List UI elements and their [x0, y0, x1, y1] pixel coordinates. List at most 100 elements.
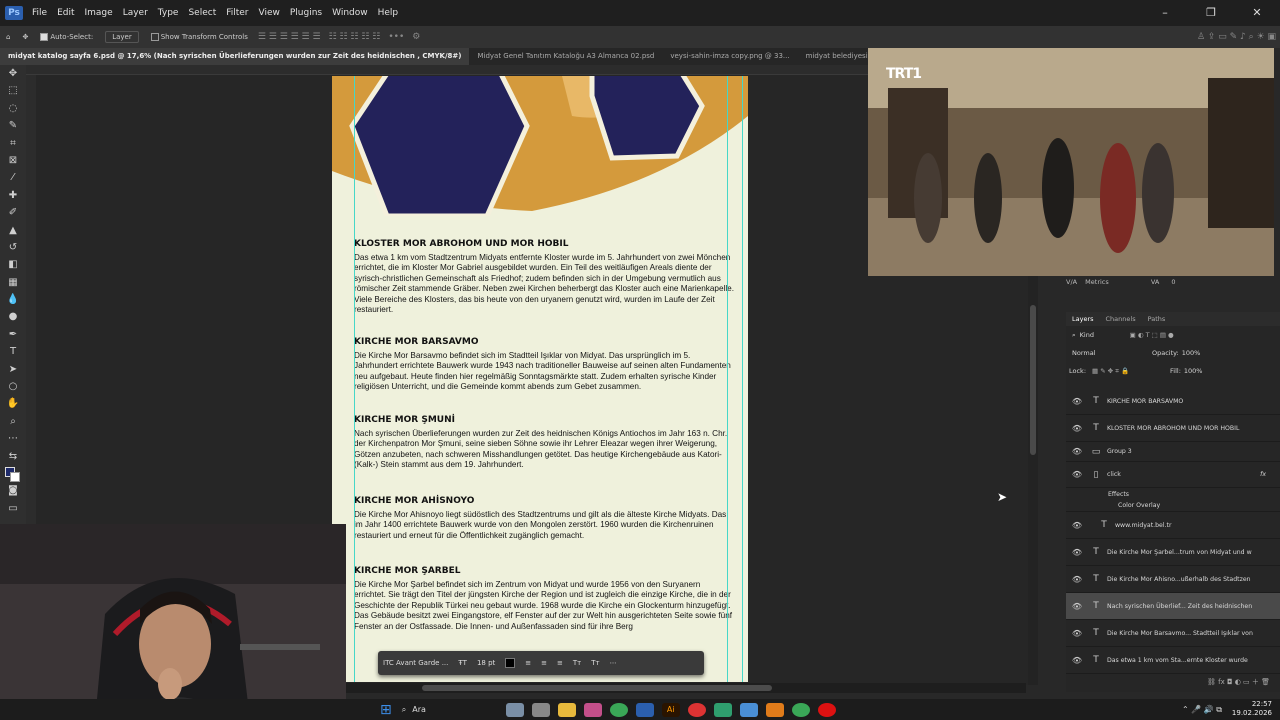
blur-icon[interactable]: 💧 — [0, 291, 26, 308]
move-tool-icon[interactable]: ✥ — [22, 33, 28, 41]
opacity-value[interactable]: 100% — [1182, 349, 1201, 357]
photoshop-app-icon[interactable]: Ps — [5, 6, 23, 20]
menu-select[interactable]: Select — [183, 8, 221, 18]
font-size-dropdown[interactable]: 18 pt — [477, 659, 495, 667]
tab-genel-tanitim[interactable]: Midyat Genel Tanıtım Kataloğu A3 Almanca… — [469, 48, 662, 65]
hand-icon[interactable]: ✋ — [0, 395, 26, 412]
menu-help[interactable]: Help — [373, 8, 404, 18]
chrome-icon[interactable] — [609, 702, 628, 717]
zoom-icon[interactable]: ⌕ — [0, 413, 26, 430]
color-swatches[interactable] — [0, 465, 26, 482]
type-icon[interactable]: T — [0, 343, 26, 360]
eye-icon[interactable]: 👁 — [1069, 447, 1085, 456]
lasso-icon[interactable]: ◌ — [0, 100, 26, 117]
swap-colors-icon[interactable]: ⇆ — [0, 448, 26, 465]
eraser-icon[interactable]: ◧ — [0, 256, 26, 273]
more-options-icon[interactable]: ••• — [388, 32, 404, 42]
stamp-icon[interactable]: ▲ — [0, 222, 26, 239]
layer-row[interactable]: 👁 Twww.midyat.bel.tr — [1066, 512, 1280, 539]
color-overlay-row[interactable]: Color Overlay — [1066, 500, 1280, 512]
history-brush-icon[interactable]: ↺ — [0, 239, 26, 256]
horizontal-scrollbar[interactable] — [346, 683, 1026, 693]
pen-icon[interactable]: ✒ — [0, 326, 26, 343]
tab-paths[interactable]: Paths — [1142, 315, 1172, 323]
photoshop-icon[interactable] — [635, 702, 654, 717]
maximize-icon[interactable]: ❐ — [1188, 0, 1234, 26]
chrome-icon-2[interactable] — [791, 702, 810, 717]
illustrator-icon[interactable]: Ai — [661, 702, 680, 717]
group-row[interactable]: 👁 ▭ Group 3 — [1066, 442, 1280, 462]
gradient-icon[interactable]: ▦ — [0, 274, 26, 291]
move-icon[interactable]: ✥ — [0, 65, 26, 82]
menu-edit[interactable]: Edit — [52, 8, 79, 18]
layer-row[interactable]: 👁 ▯ click fx — [1066, 462, 1280, 488]
screen-mode-icon[interactable]: ▭ — [0, 500, 26, 517]
eye-icon[interactable]: 👁 — [1069, 548, 1085, 557]
align-right-icon[interactable]: ≡ — [557, 659, 563, 667]
fill-value[interactable]: 100% — [1184, 367, 1203, 375]
tab-layers[interactable]: Layers — [1066, 315, 1100, 323]
layer-row[interactable]: 👁 T Das etwa 1 km vom Sta...ernte Kloster … — [1066, 647, 1280, 674]
crop-icon[interactable]: ⌗ — [0, 135, 26, 152]
brush-icon[interactable]: ✐ — [0, 204, 26, 221]
layer-row-selected[interactable]: 👁 T Nach syrischen Überlief... Zeit des he… — [1066, 593, 1280, 620]
eye-icon[interactable]: 👁 — [1069, 397, 1085, 406]
kerning-dropdown[interactable]: Metrics — [1085, 278, 1109, 286]
opera-icon[interactable] — [817, 702, 836, 717]
home-icon[interactable]: ⌂ — [6, 33, 10, 41]
distribute-icons[interactable]: ☷ ☷ ☷ ☷ ☷ — [329, 32, 381, 42]
notepad-icon[interactable] — [713, 702, 732, 717]
menu-file[interactable]: File — [27, 8, 52, 18]
document-page[interactable]: KLOSTER MOR ABROHOM UND MOR HOBIL Das et… — [332, 76, 748, 682]
filter-icons[interactable]: ▣ ◐ T ⬚ ▤ ● — [1130, 331, 1174, 339]
align-icons[interactable]: ☰ ☰ ☰ ☰ ☰ ☰ — [258, 32, 321, 42]
eye-icon[interactable]: 👁 — [1069, 470, 1085, 479]
shape-icon[interactable]: ○ — [0, 378, 26, 395]
dodge-icon[interactable]: ● — [0, 308, 26, 325]
settings-gear-icon[interactable]: ⚙ — [412, 32, 420, 42]
menu-layer[interactable]: Layer — [118, 8, 153, 18]
text-color-swatch[interactable] — [505, 658, 516, 668]
eye-icon[interactable]: 👁 — [1069, 602, 1085, 611]
system-clock[interactable]: 22:57 19.02.2026 — [1232, 700, 1272, 718]
kind-dropdown[interactable]: Kind — [1080, 331, 1130, 339]
eyedropper-icon[interactable]: ⁄ — [0, 169, 26, 186]
tracking-value[interactable]: 0 — [1171, 278, 1175, 286]
eye-icon[interactable]: 👁 — [1069, 521, 1085, 530]
layer-row[interactable]: 👁 T Die Kirche Mor Ahisno...ußerhalb des S… — [1066, 566, 1280, 593]
tab-channels[interactable]: Channels — [1100, 315, 1142, 323]
quick-select-icon[interactable]: ✎ — [0, 117, 26, 134]
lock-icons[interactable]: ▦ ✎ ✥ ⌗ 🔒 — [1092, 367, 1170, 376]
scroll-thumb[interactable] — [422, 685, 772, 691]
app-icon[interactable] — [687, 702, 706, 717]
frame-icon[interactable]: ⊠ — [0, 152, 26, 169]
explorer-icon[interactable] — [557, 702, 576, 717]
align-left-icon[interactable]: ≡ — [525, 659, 531, 667]
widget-icon[interactable] — [505, 702, 524, 717]
effects-row[interactable]: Effects — [1066, 488, 1280, 500]
layer-dropdown[interactable]: Layer — [105, 31, 139, 43]
more-tools-icon[interactable]: ⋯ — [0, 430, 26, 447]
font-dropdown[interactable]: ITC Avant Garde ... — [383, 659, 448, 667]
search-app-icon[interactable] — [765, 702, 784, 717]
menu-view[interactable]: View — [254, 8, 285, 18]
eye-icon[interactable]: 👁 — [1069, 575, 1085, 584]
layer-row[interactable]: 👁 T KLOSTER MOR ABROHOM UND MOR HOBIL — [1066, 415, 1280, 442]
align-center-icon[interactable]: ≡ — [541, 659, 547, 667]
menu-window[interactable]: Window — [327, 8, 373, 18]
store-icon[interactable] — [583, 702, 602, 717]
menu-filter[interactable]: Filter — [221, 8, 253, 18]
start-icon[interactable]: ⊞ — [380, 703, 392, 717]
healing-icon[interactable]: ✚ — [0, 187, 26, 204]
quick-mask-icon[interactable]: ◙ — [0, 482, 26, 499]
minimize-icon[interactable]: – — [1142, 0, 1188, 26]
auto-select-checkbox[interactable]: Auto-Select: — [40, 33, 93, 41]
close-icon[interactable]: ✕ — [1234, 0, 1280, 26]
path-select-icon[interactable]: ➤ — [0, 361, 26, 378]
menu-type[interactable]: Type — [153, 8, 184, 18]
menu-image[interactable]: Image — [80, 8, 118, 18]
share-icons[interactable]: ♙ ⇪ ▭ ✎ ♪ ⌕ ☀ ▣ — [1197, 32, 1276, 42]
text-warp-icon[interactable]: Tт — [591, 659, 599, 667]
tray-icons[interactable]: ⌃ 🎤 🔊 ⧉ — [1182, 705, 1222, 715]
eye-icon[interactable]: 👁 — [1069, 656, 1085, 665]
